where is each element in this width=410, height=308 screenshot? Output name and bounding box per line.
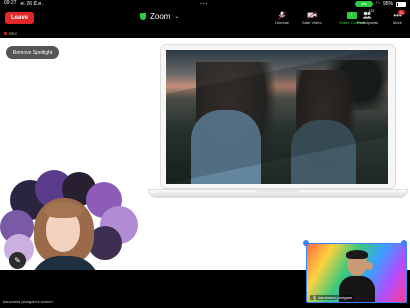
participants-button[interactable]: 122 Participants: [357, 9, 378, 25]
start-video-button[interactable]: Start Video: [302, 10, 322, 25]
self-view-name: 🎙 kanchana piongam: [310, 295, 355, 300]
leave-button[interactable]: Leave: [5, 12, 34, 24]
meeting-title[interactable]: Zoom ⌄: [140, 12, 179, 21]
share-arrow-icon: ↑: [346, 11, 357, 19]
encryption-shield-icon: [140, 13, 146, 20]
meeting-title-text: Zoom: [150, 12, 171, 21]
laptop-screen-photo: [166, 50, 388, 184]
status-bar: 09:27 ศ. 26 มี.ค. ••• ◠ 95%: [0, 0, 410, 8]
pencil-icon: ✎: [14, 256, 21, 265]
participants-icon: 122: [362, 9, 375, 20]
unmute-button[interactable]: Unmute: [275, 10, 289, 25]
more-label: More: [393, 20, 403, 25]
screen-share-owner-label: kanchana piongam's screen: [3, 299, 53, 304]
battery-icon: [396, 1, 406, 7]
more-button[interactable]: ••• 20 More: [393, 10, 405, 25]
recording-indicator: REC: [4, 31, 17, 36]
more-badge: 20: [397, 10, 405, 15]
resize-handle-top-left[interactable]: [303, 240, 309, 246]
participants-count: 122: [368, 9, 375, 13]
recording-dot-icon: [4, 32, 7, 35]
mic-muted-icon: 🎙: [312, 295, 318, 300]
wifi-icon: ◠: [375, 1, 380, 7]
recording-label: REC: [9, 31, 18, 36]
resize-handle-top-right[interactable]: [401, 240, 407, 246]
more-dots-icon: ••• 20: [393, 10, 405, 20]
multitask-dots[interactable]: •••: [200, 1, 208, 7]
meeting-toolbar: Leave Zoom ⌄ Unmute Start Video ↑ Share …: [0, 8, 410, 30]
self-video-tile[interactable]: 🎙 kanchana piongam: [306, 243, 407, 303]
video-off-icon: [307, 10, 317, 20]
status-date: ศ. 26 มี.ค.: [20, 1, 43, 7]
battery-percent: 95%: [382, 1, 393, 7]
call-indicator[interactable]: [354, 1, 373, 7]
unmute-label: Unmute: [275, 20, 290, 25]
remove-spotlight-button[interactable]: Remove Spotlight: [6, 46, 59, 59]
annotate-pencil-button[interactable]: ✎: [9, 252, 26, 269]
microphone-muted-icon: [278, 10, 286, 20]
laptop-notch: [255, 189, 299, 192]
start-video-label: Start Video: [302, 20, 322, 25]
participants-label: Participants: [357, 20, 378, 25]
status-time: 09:27: [4, 0, 17, 6]
self-view-name-text: kanchana piongam: [318, 295, 353, 300]
chevron-down-icon: ⌄: [174, 14, 180, 20]
